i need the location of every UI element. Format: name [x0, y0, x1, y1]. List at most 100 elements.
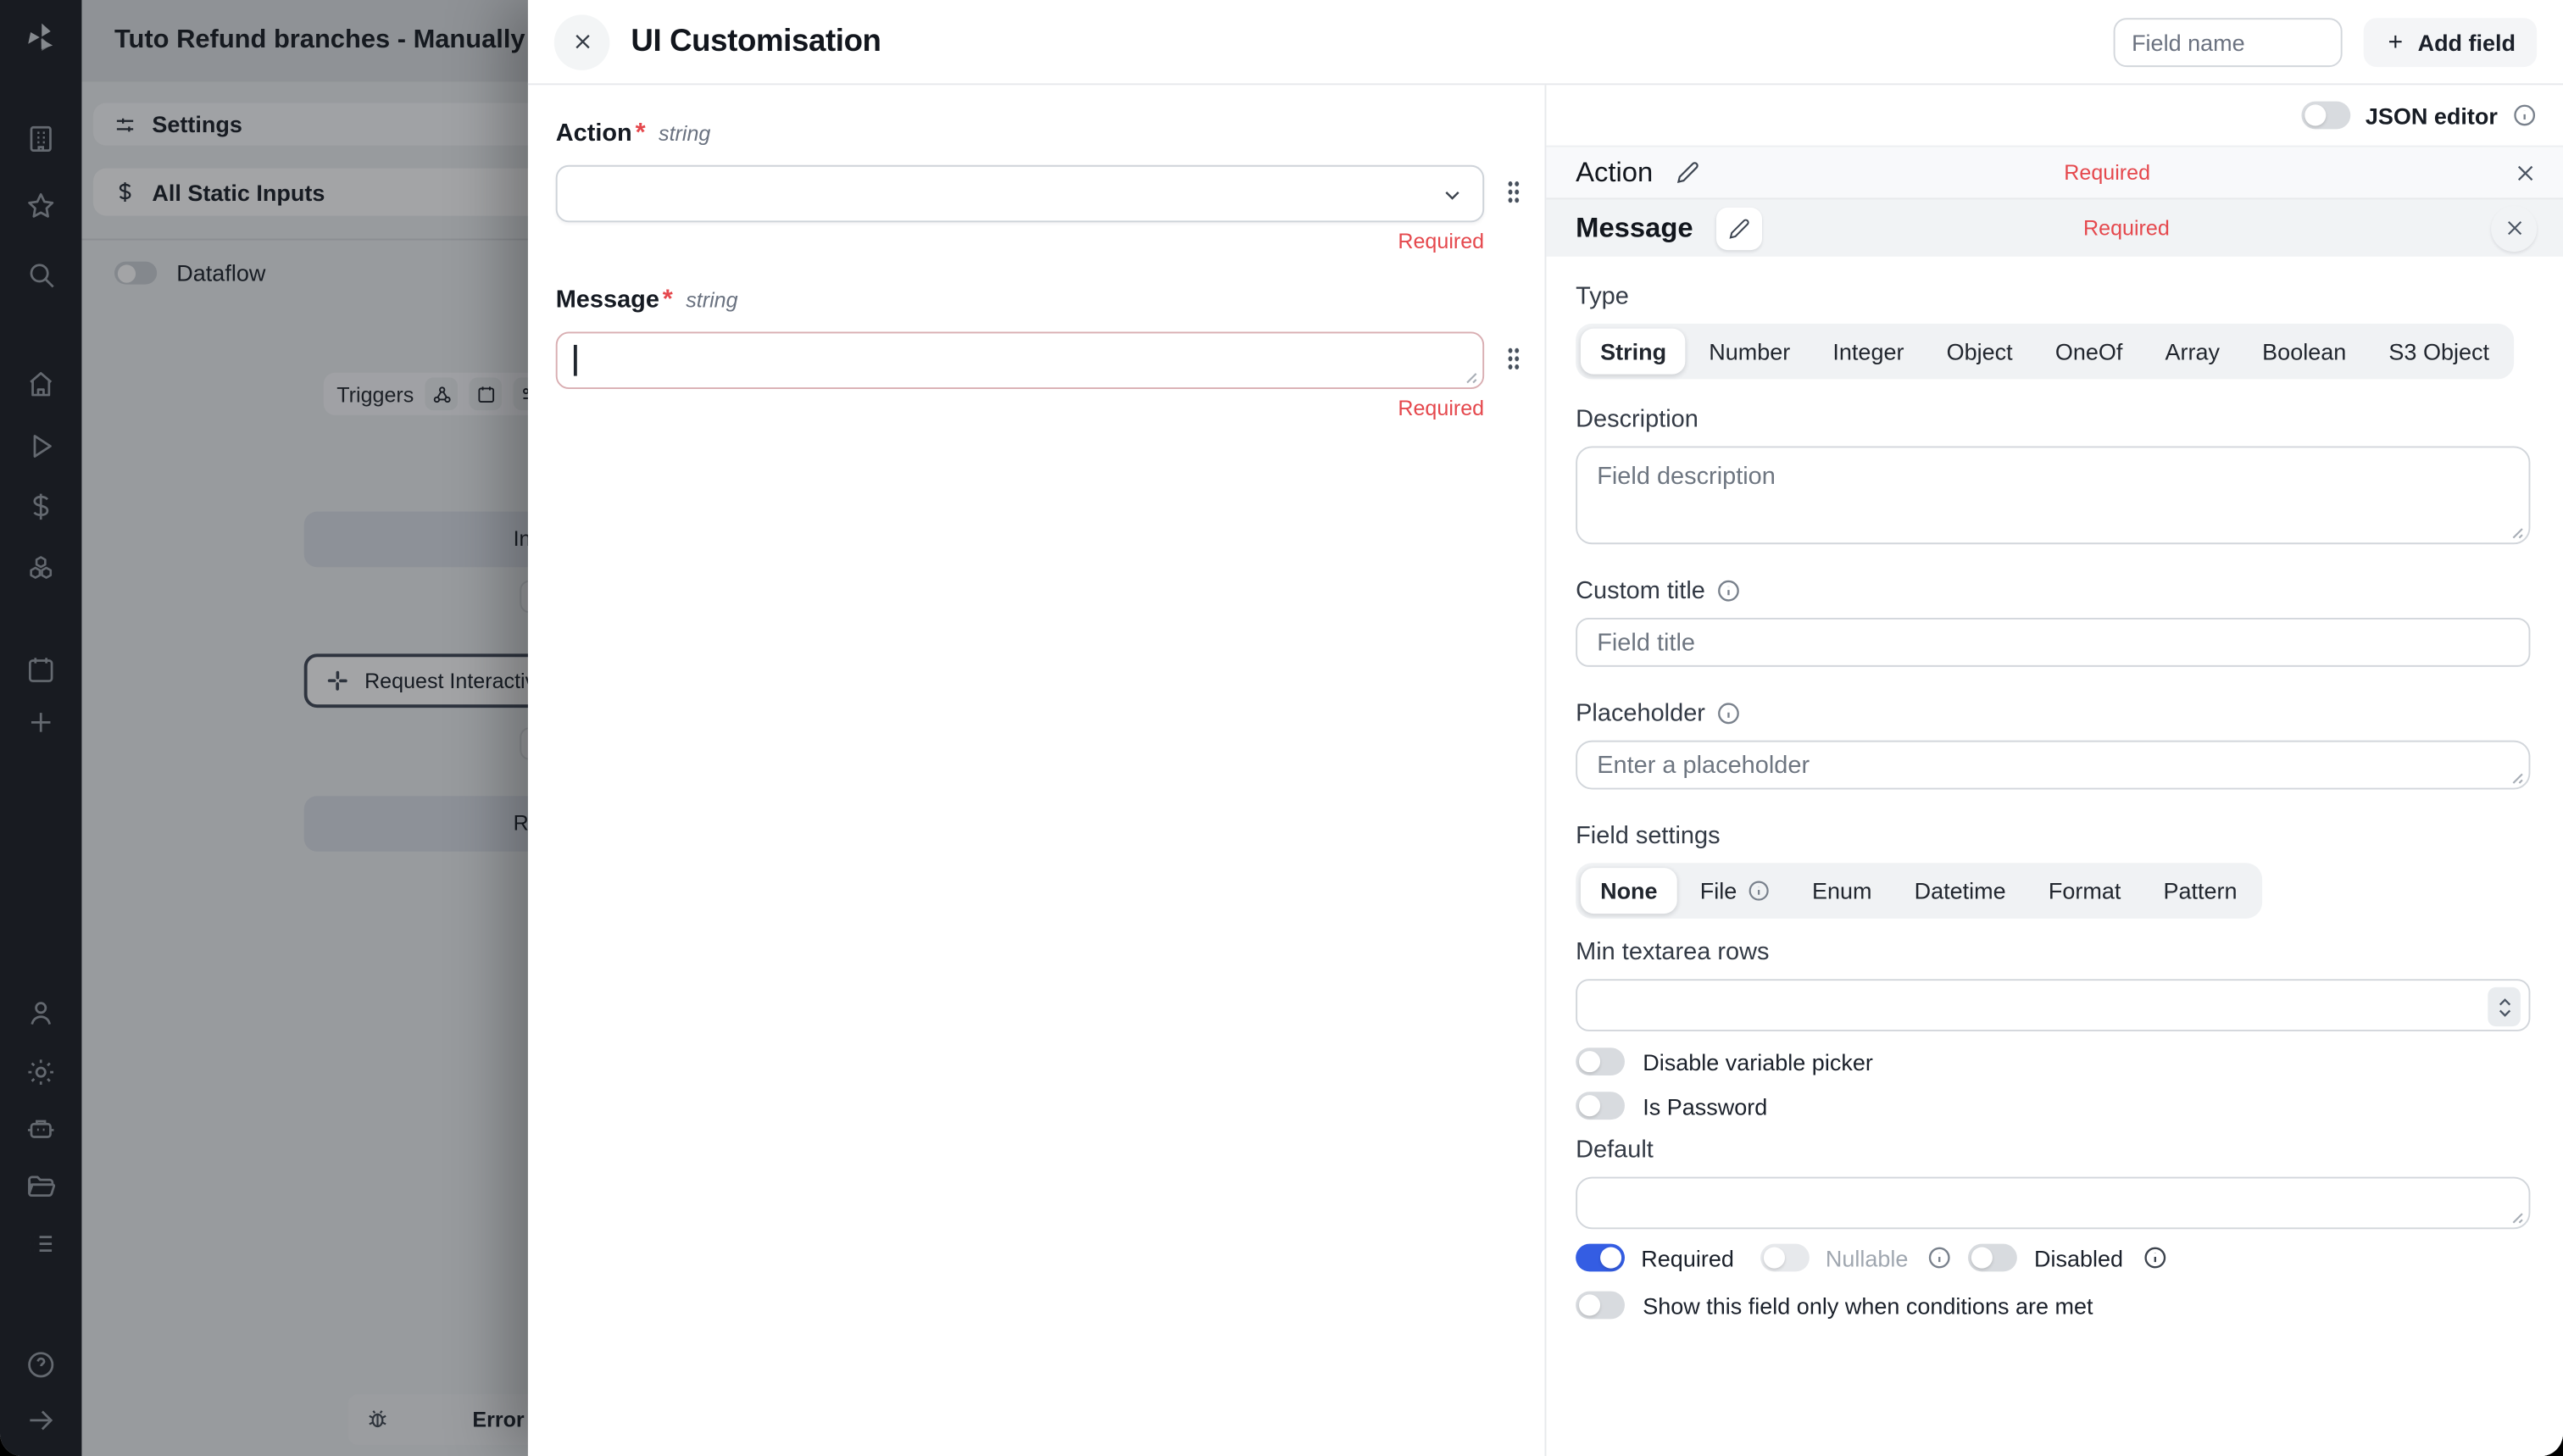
- json-editor-row: JSON editor: [1546, 85, 2563, 145]
- fs-option-enum[interactable]: Enum: [1793, 868, 1892, 914]
- placeholder-textarea[interactable]: Enter a placeholder: [1576, 741, 2530, 790]
- info-icon[interactable]: [1716, 579, 1741, 603]
- text-cursor: [574, 345, 576, 376]
- action-field-type: string: [659, 121, 710, 146]
- message-textarea[interactable]: [556, 331, 1484, 388]
- close-icon: [2514, 161, 2537, 184]
- description-label: Description: [1576, 405, 2530, 433]
- type-option-integer[interactable]: Integer: [1813, 329, 1923, 375]
- field-name-input[interactable]: [2114, 17, 2343, 66]
- disable-variable-picker-label: Disable variable picker: [1643, 1048, 1873, 1075]
- condition-toggle[interactable]: [1576, 1292, 1625, 1320]
- fs-option-file-label: File: [1700, 878, 1737, 904]
- remove-message-button[interactable]: [2491, 205, 2537, 251]
- is-password-toggle[interactable]: [1576, 1092, 1625, 1120]
- message-field-label: Message: [556, 286, 659, 314]
- message-row-label: Message: [1576, 212, 1693, 245]
- add-field-button[interactable]: Add field: [2364, 17, 2537, 66]
- action-row-label: Action: [1576, 156, 1653, 189]
- type-option-s3-object[interactable]: S3 Object: [2369, 329, 2509, 375]
- description-textarea[interactable]: Field description: [1576, 446, 2530, 544]
- field-settings-panel: JSON editor Action Required Message Requ…: [1544, 85, 2562, 1456]
- message-required-note: Required: [556, 396, 1484, 420]
- field-editor: Type String Number Integer Object OneOf …: [1546, 257, 2563, 1456]
- drag-handle[interactable]: [1507, 180, 1520, 204]
- modal-title: UI Customisation: [631, 24, 881, 59]
- action-select[interactable]: [556, 165, 1484, 222]
- field-settings-label: Field settings: [1576, 822, 2530, 850]
- stage: Tuto Refund branches - Manually Settings…: [0, 0, 2563, 1456]
- min-rows-label: Min textarea rows: [1576, 938, 2530, 966]
- placeholder-label-row: Placeholder: [1576, 699, 2530, 727]
- nullable-toggle[interactable]: [1760, 1244, 1810, 1272]
- flags-row: Required Nullable Disabled: [1576, 1244, 2530, 1272]
- info-icon[interactable]: [2143, 1246, 2167, 1270]
- ui-customisation-modal: UI Customisation Add field Action* strin…: [528, 0, 2563, 1456]
- drag-handle[interactable]: [1507, 347, 1520, 371]
- json-editor-label: JSON editor: [2366, 103, 2498, 129]
- custom-title-input[interactable]: Field title: [1576, 618, 2530, 667]
- fs-option-pattern[interactable]: Pattern: [2143, 868, 2256, 914]
- is-password-row: Is Password: [1576, 1092, 2530, 1120]
- fs-option-none[interactable]: None: [1581, 868, 1677, 914]
- action-field-label: Action: [556, 119, 632, 147]
- required-toggle[interactable]: [1576, 1244, 1625, 1272]
- form-preview: Action* string Required Message* string: [528, 85, 1545, 1456]
- action-row[interactable]: Action Required: [1546, 146, 2563, 198]
- info-icon[interactable]: [1716, 701, 1741, 725]
- placeholder-placeholder: Enter a placeholder: [1597, 752, 1810, 780]
- type-option-oneof[interactable]: OneOf: [2036, 329, 2143, 375]
- chevron-down-icon: [1440, 183, 1465, 208]
- required-asterisk: *: [636, 119, 646, 149]
- custom-title-label-row: Custom title: [1576, 577, 2530, 605]
- info-icon[interactable]: [1928, 1246, 1953, 1270]
- action-field-label-row: Action* string: [556, 119, 1517, 149]
- app-window: Tuto Refund branches - Manually Settings…: [0, 0, 2563, 1456]
- custom-title-label: Custom title: [1576, 577, 1705, 605]
- edit-pencil-icon[interactable]: [1716, 207, 1762, 249]
- required-asterisk: *: [663, 286, 673, 315]
- type-label: Type: [1576, 283, 2530, 311]
- resize-handle-icon[interactable]: [1459, 366, 1477, 384]
- info-icon: [1747, 880, 1770, 903]
- json-editor-toggle[interactable]: [2302, 102, 2351, 130]
- fs-option-format[interactable]: Format: [2029, 868, 2141, 914]
- modal-backdrop[interactable]: [0, 0, 528, 1456]
- resize-handle-icon[interactable]: [2505, 766, 2523, 784]
- number-stepper[interactable]: [2488, 987, 2521, 1026]
- disable-variable-picker-row: Disable variable picker: [1576, 1048, 2530, 1075]
- add-field-label: Add field: [2418, 29, 2516, 55]
- close-modal-button[interactable]: [554, 14, 610, 69]
- resize-handle-icon[interactable]: [2505, 1206, 2523, 1224]
- placeholder-label: Placeholder: [1576, 699, 1705, 727]
- type-segmented-control: String Number Integer Object OneOf Array…: [1576, 324, 2514, 380]
- action-required-note: Required: [556, 229, 1484, 253]
- required-flag-label: Required: [1641, 1245, 1734, 1271]
- remove-action-button[interactable]: [2514, 161, 2537, 184]
- custom-title-placeholder: Field title: [1597, 629, 1695, 657]
- default-textarea[interactable]: [1576, 1177, 2530, 1230]
- disabled-toggle[interactable]: [1969, 1244, 2018, 1272]
- description-placeholder: Field description: [1597, 463, 1776, 491]
- fs-option-file[interactable]: File: [1681, 868, 1789, 914]
- type-option-object[interactable]: Object: [1926, 329, 2032, 375]
- message-row-status: Required: [1762, 216, 2491, 241]
- resize-handle-icon[interactable]: [2505, 521, 2523, 539]
- type-option-string[interactable]: String: [1581, 329, 1686, 375]
- min-rows-input[interactable]: [1576, 979, 2530, 1031]
- edit-pencil-icon[interactable]: [1676, 160, 1700, 185]
- condition-label: Show this field only when conditions are…: [1643, 1292, 2093, 1319]
- disable-variable-picker-toggle[interactable]: [1576, 1048, 1625, 1075]
- condition-row: Show this field only when conditions are…: [1576, 1292, 2530, 1320]
- close-icon: [571, 31, 592, 53]
- action-row-status: Required: [1700, 160, 2514, 185]
- type-option-number[interactable]: Number: [1689, 329, 1810, 375]
- nullable-flag-label: Nullable: [1826, 1245, 1909, 1271]
- fs-option-datetime[interactable]: Datetime: [1894, 868, 2025, 914]
- type-option-array[interactable]: Array: [2145, 329, 2239, 375]
- info-icon[interactable]: [2512, 103, 2537, 127]
- message-field-label-row: Message* string: [556, 286, 1517, 315]
- message-row-selected[interactable]: Message Required: [1546, 197, 2563, 256]
- close-icon: [2504, 217, 2525, 238]
- type-option-boolean[interactable]: Boolean: [2243, 329, 2366, 375]
